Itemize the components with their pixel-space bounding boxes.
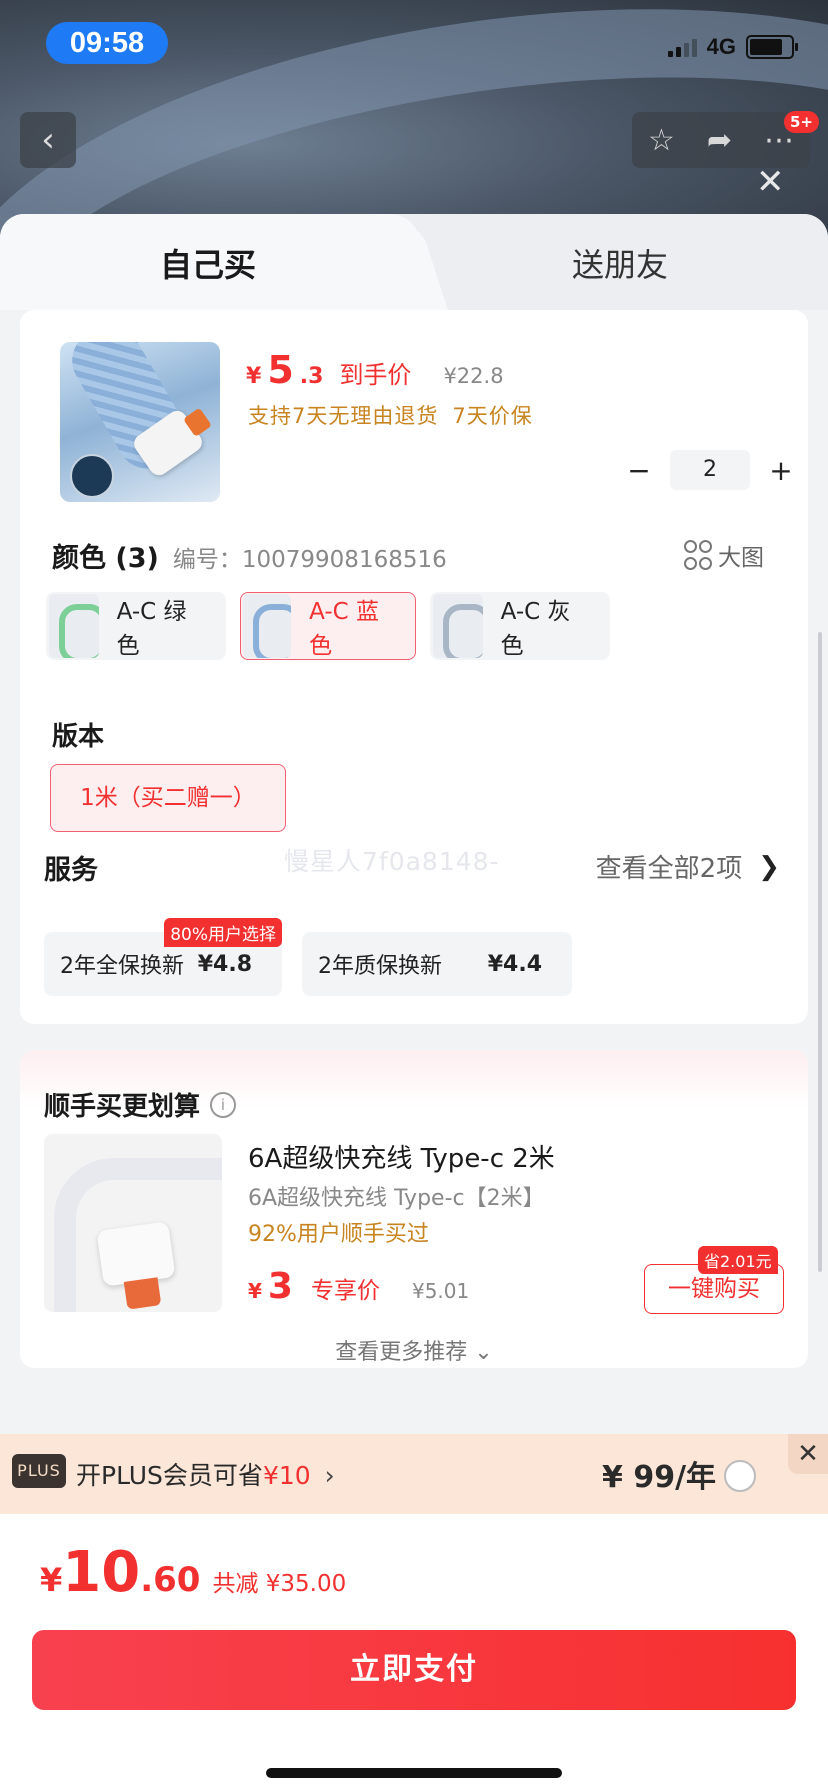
plus-promo-label: 开PLUS会员可省: [76, 1461, 263, 1490]
service-policies: 支持7天无理由退货 7天价保: [248, 400, 533, 430]
plus-save-amount: ¥10: [262, 1461, 311, 1490]
purchase-tabs: 自己买 送朋友: [0, 214, 828, 310]
star-icon[interactable]: ☆: [648, 123, 675, 158]
total-symbol: ¥: [40, 1561, 63, 1599]
service-option-label: 2年全保换新: [60, 954, 184, 979]
recommend-title-text: 顺手买更划算: [44, 1092, 201, 1122]
recommend-price: ¥ 3 专享价 ¥5.01: [248, 1266, 469, 1307]
minus-button[interactable]: −: [618, 454, 660, 487]
more-recommend-label: 查看更多推荐: [335, 1340, 468, 1365]
message-badge: 5+: [784, 111, 820, 133]
service-option-price: ¥4.8: [197, 951, 252, 977]
share-icon[interactable]: ➦: [707, 123, 732, 158]
quantity-value[interactable]: 2: [670, 450, 750, 490]
color-header: 颜色 (3) 编号：10079908168516: [52, 536, 447, 575]
version-title: 版本: [52, 722, 105, 752]
total-decimal: .60: [140, 1560, 201, 1600]
chevron-left-icon: ‹: [41, 120, 55, 160]
price-protect-policy: 7天价保: [452, 404, 533, 428]
color-option-gray[interactable]: A-C 灰色: [430, 592, 610, 660]
original-price: ¥22.8: [443, 364, 504, 388]
info-icon[interactable]: i: [210, 1091, 237, 1118]
color-option-blue[interactable]: A-C 蓝色: [240, 592, 416, 660]
service-option-full[interactable]: 2年全保换新 ¥4.8 80%用户选择: [44, 918, 282, 996]
color-thumb: [433, 594, 483, 658]
close-icon[interactable]: ✕: [756, 162, 785, 202]
product-thumbnail[interactable]: [60, 342, 220, 502]
recommend-card: 顺手买更划算 i 6A超级快充线 Type-c 2米 6A超级快充线 Type-…: [20, 1050, 808, 1368]
more-recommend-link[interactable]: 查看更多推荐 ⌄: [20, 1334, 808, 1366]
recommend-product-spec: 6A超级快充线 Type-c【2米】: [248, 1186, 545, 1211]
color-title: 颜色 (3): [52, 543, 159, 574]
color-thumb: [49, 594, 99, 658]
color-thumb: [243, 594, 292, 658]
tab-gift-friend[interactable]: 送朋友: [572, 240, 668, 286]
grid-icon: [684, 540, 712, 570]
color-option-label: A-C 灰色: [500, 599, 571, 659]
price-symbol: ¥: [246, 364, 262, 389]
recommend-purchase-rate: 92%用户顺手买过: [248, 1222, 429, 1247]
tab-buy-self[interactable]: 自己买: [160, 240, 256, 286]
popular-badge: 80%用户选择: [164, 918, 282, 947]
recommend-price-tag: 专享价: [310, 1278, 380, 1304]
total-price: ¥ 10 .60 共减 ¥35.00: [40, 1540, 346, 1605]
return-policy: 支持7天无理由退货: [248, 404, 439, 428]
plus-promo-text: 开PLUS会员可省¥10 ›: [76, 1456, 335, 1492]
price-decimal: .3: [299, 364, 324, 389]
service-options: 2年全保换新 ¥4.8 80%用户选择 2年质保换新 ¥4.4: [44, 918, 572, 996]
close-icon[interactable]: ✕: [788, 1434, 828, 1474]
status-indicators: 4G: [667, 34, 798, 60]
watermark: 慢星人7f0a8148-: [284, 847, 500, 876]
recommend-product-image[interactable]: [44, 1134, 222, 1312]
recommend-title: 顺手买更划算 i: [44, 1086, 237, 1123]
home-indicator[interactable]: [266, 1768, 562, 1778]
big-image-label: 大图: [718, 545, 764, 571]
network-type: 4G: [706, 34, 736, 59]
total-discount: 共减 ¥35.00: [212, 1571, 347, 1597]
status-time: 09:58: [46, 22, 168, 64]
chevron-right-icon: ›: [324, 1461, 335, 1490]
price-integer: 5: [267, 348, 294, 392]
recommend-product-name[interactable]: 6A超级快充线 Type-c 2米: [248, 1138, 555, 1175]
service-option-label: 2年质保换新: [318, 954, 442, 979]
big-image-button[interactable]: 大图: [684, 538, 764, 572]
price-symbol: ¥: [248, 1279, 262, 1303]
service-view-all-label: 查看全部2项: [595, 854, 743, 884]
sku-card: ¥ 5 .3 到手价 ¥22.8 支持7天无理由退货 7天价保 − 2 + 颜色 …: [20, 310, 808, 1024]
color-option-label: A-C 绿色: [116, 599, 187, 659]
pay-now-button[interactable]: 立即支付: [32, 1630, 796, 1710]
quantity-stepper: − 2 +: [618, 450, 802, 490]
color-options: A-C 绿色 A-C 蓝色 A-C 灰色: [46, 592, 610, 660]
plus-logo: PLUS: [12, 1454, 66, 1488]
service-option-price: ¥4.4: [487, 951, 542, 977]
recommend-price-value: 3: [267, 1266, 293, 1307]
price-line: ¥ 5 .3 到手价 ¥22.8: [246, 348, 504, 392]
price-tag: 到手价: [339, 361, 412, 389]
plus-membership-bar[interactable]: PLUS 开PLUS会员可省¥10 › ¥ 99/年 ✕: [0, 1434, 828, 1514]
sku-number: 编号：10079908168516: [172, 547, 447, 573]
version-option[interactable]: 1米（买二赠一）: [50, 764, 286, 832]
signal-icon: [667, 37, 697, 57]
checkout-area: ¥ 10 .60 共减 ¥35.00 立即支付: [0, 1514, 828, 1792]
plus-button[interactable]: +: [760, 454, 802, 487]
scrollbar[interactable]: [818, 632, 822, 1272]
plus-annual-price: ¥ 99/年: [602, 1460, 717, 1495]
color-option-green[interactable]: A-C 绿色: [46, 592, 226, 660]
plus-select-radio[interactable]: [724, 1460, 756, 1492]
back-button[interactable]: ‹: [20, 112, 76, 168]
recommend-original-price: ¥5.01: [411, 1279, 470, 1303]
total-integer: 10: [62, 1540, 141, 1605]
color-option-label: A-C 蓝色: [309, 599, 380, 659]
chevron-down-icon: ⌄: [474, 1340, 493, 1365]
service-view-all[interactable]: 查看全部2项 ❯: [596, 848, 780, 885]
service-title: 服务: [44, 855, 98, 886]
service-option-quality[interactable]: 2年质保换新 ¥4.4: [302, 932, 572, 996]
chevron-right-icon: ❯: [758, 851, 780, 882]
save-badge: 省2.01元: [698, 1246, 778, 1274]
battery-icon: [746, 35, 798, 59]
